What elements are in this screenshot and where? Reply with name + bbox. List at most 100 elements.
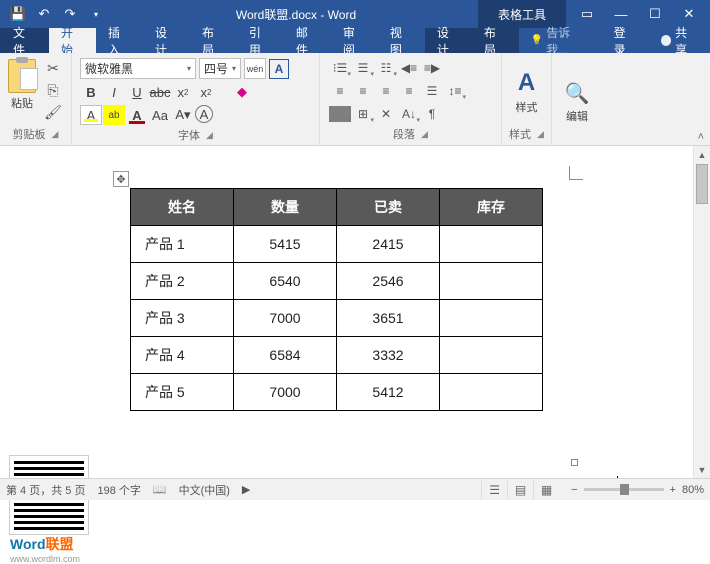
save-icon[interactable]: 💾 (6, 2, 30, 26)
data-table[interactable]: 姓名 数量 已卖 库存 产品 154152415 产品 265402546 产品… (130, 188, 543, 411)
font-color-button[interactable]: A (126, 105, 148, 125)
editing-label: 编辑 (566, 108, 588, 124)
zoom-in-icon[interactable]: + (670, 484, 676, 496)
quick-access-toolbar: 💾 ↶ ↷ ▾ (0, 2, 114, 26)
styles-dialog-launcher-icon[interactable]: ◢ (537, 129, 544, 140)
table-header[interactable]: 库存 (440, 189, 543, 226)
read-mode-icon[interactable]: ☰ (481, 481, 507, 499)
font-name-combo[interactable]: 微软雅黑▾ (80, 58, 196, 79)
tab-layout[interactable]: 布局 (190, 28, 237, 53)
editing-button[interactable]: 🔍 编辑 (556, 55, 598, 145)
table-move-handle-icon[interactable]: ✥ (113, 171, 129, 187)
clear-formatting-icon[interactable]: ◆ (231, 82, 253, 102)
multilevel-list-button[interactable]: ☷ (375, 58, 397, 78)
paste-button[interactable]: 粘贴 (4, 55, 40, 111)
signin-button[interactable]: 登录 (602, 28, 649, 53)
decrease-indent-button[interactable]: ◀≡ (398, 58, 420, 78)
cut-icon[interactable]: ✂ (43, 58, 63, 78)
format-painter-icon[interactable]: 🖌 (43, 102, 63, 122)
maximize-icon[interactable]: ☐ (638, 2, 672, 26)
phonetic-guide-icon[interactable]: wén (244, 58, 266, 79)
word-count[interactable]: 198 个字 (97, 482, 140, 498)
language-indicator[interactable]: 中文(中国) (179, 482, 230, 498)
table-header[interactable]: 已卖 (337, 189, 440, 226)
page-indicator[interactable]: 第 4 页，共 5 页 (6, 482, 85, 498)
italic-button[interactable]: I (103, 82, 125, 102)
macro-indicator-icon[interactable]: ▶ (242, 483, 250, 496)
font-dialog-launcher-icon[interactable]: ◢ (206, 130, 213, 141)
qat-customize-icon[interactable]: ▾ (84, 2, 108, 26)
print-layout-icon[interactable]: ▤ (507, 481, 533, 499)
tab-file[interactable]: 文件 (0, 28, 49, 53)
status-bar: 第 4 页，共 5 页 198 个字 📖 中文(中国) ▶ ☰ ▤ ▦ − + … (0, 478, 710, 500)
table-resize-handle-icon[interactable] (571, 459, 578, 466)
spellcheck-icon[interactable]: 📖 (153, 483, 167, 496)
scroll-down-icon[interactable]: ▼ (694, 461, 710, 478)
copy-icon[interactable]: ⎘ (43, 80, 63, 100)
web-layout-icon[interactable]: ▦ (533, 481, 559, 499)
clipboard-dialog-launcher-icon[interactable]: ◢ (52, 129, 59, 140)
tab-table-layout[interactable]: 布局 (472, 28, 519, 53)
increase-indent-button[interactable]: ≡▶ (421, 58, 443, 78)
styles-button[interactable]: A 样式 (506, 55, 547, 124)
align-right-button[interactable]: ≡ (375, 81, 397, 101)
borders-button[interactable]: ⊞ (352, 104, 374, 124)
undo-icon[interactable]: ↶ (32, 2, 56, 26)
close-icon[interactable]: ✕ (672, 2, 706, 26)
zoom-level[interactable]: 80% (682, 484, 704, 496)
tab-mailings[interactable]: 邮件 (284, 28, 331, 53)
minimize-icon[interactable]: — (604, 2, 638, 26)
tab-table-design[interactable]: 设计 (425, 28, 472, 53)
tab-review[interactable]: 审阅 (331, 28, 378, 53)
tell-me-search[interactable]: 告诉我... (519, 28, 602, 53)
table-header[interactable]: 数量 (234, 189, 337, 226)
grow-font-button[interactable]: Aa (149, 105, 171, 125)
tab-view[interactable]: 视图 (378, 28, 425, 53)
text-effects-button[interactable]: A (80, 105, 102, 125)
zoom-slider[interactable] (584, 488, 664, 491)
scroll-up-icon[interactable]: ▲ (694, 146, 710, 163)
table-row: 产品 570005412 (131, 374, 543, 411)
bold-button[interactable]: B (80, 82, 102, 102)
underline-button[interactable]: U (126, 82, 148, 102)
view-buttons: ☰ ▤ ▦ (481, 481, 559, 499)
font-size-combo[interactable]: 四号▾ (199, 58, 241, 79)
share-button[interactable]: 共享 (649, 28, 710, 53)
char-shading-button[interactable]: A▾ (172, 105, 194, 125)
highlight-color-button[interactable]: ab (103, 105, 125, 125)
subscript-button[interactable]: x2 (172, 82, 194, 102)
line-spacing-button[interactable]: ↕≡ (444, 81, 466, 101)
justify-button[interactable]: ≡ (398, 81, 420, 101)
document-title: Word联盟.docx - Word (114, 6, 478, 23)
paragraph-dialog-launcher-icon[interactable]: ◢ (421, 129, 428, 140)
shading-button[interactable] (329, 104, 351, 124)
tab-home[interactable]: 开始 (49, 28, 96, 53)
superscript-button[interactable]: x2 (195, 82, 217, 102)
document-area: ✥ 姓名 数量 已卖 库存 产品 154152415 产品 265402546 … (0, 146, 710, 478)
character-border-icon[interactable]: A (269, 59, 289, 79)
tab-insert[interactable]: 插入 (96, 28, 143, 53)
asian-layout-button[interactable]: ✕ (375, 104, 397, 124)
vertical-scrollbar[interactable]: ▲ ▼ (693, 146, 710, 478)
enclose-char-icon[interactable]: A (195, 105, 213, 123)
ribbon-options-icon[interactable]: ▭ (570, 2, 604, 26)
numbering-button[interactable]: ☰ (352, 58, 374, 78)
distributed-button[interactable]: ☰ (421, 81, 443, 101)
strikethrough-button[interactable]: abc (149, 82, 171, 102)
sort-button[interactable]: A↓ (398, 104, 420, 124)
align-center-button[interactable]: ≡ (352, 81, 374, 101)
table-header[interactable]: 姓名 (131, 189, 234, 226)
tab-references[interactable]: 引用 (237, 28, 284, 53)
group-styles-label: 样式 (509, 126, 531, 142)
redo-icon[interactable]: ↷ (58, 2, 82, 26)
bullets-button[interactable]: ⁝☰ (329, 58, 351, 78)
zoom-out-icon[interactable]: − (571, 484, 577, 496)
group-paragraph: ⁝☰ ☰ ☷ ◀≡ ≡▶ ≡ ≡ ≡ ≡ ☰ ↕≡ ⊞ ✕ A↓ ¶ (320, 53, 502, 145)
scroll-thumb[interactable] (696, 164, 708, 204)
tab-design[interactable]: 设计 (143, 28, 190, 53)
collapse-ribbon-icon[interactable]: ˄ (698, 131, 704, 143)
align-left-button[interactable]: ≡ (329, 81, 351, 101)
show-marks-button[interactable]: ¶ (421, 104, 443, 124)
ribbon-tabs: 文件 开始 插入 设计 布局 引用 邮件 审阅 视图 设计 布局 告诉我... … (0, 28, 710, 53)
document-page[interactable]: ✥ 姓名 数量 已卖 库存 产品 154152415 产品 265402546 … (0, 146, 693, 478)
